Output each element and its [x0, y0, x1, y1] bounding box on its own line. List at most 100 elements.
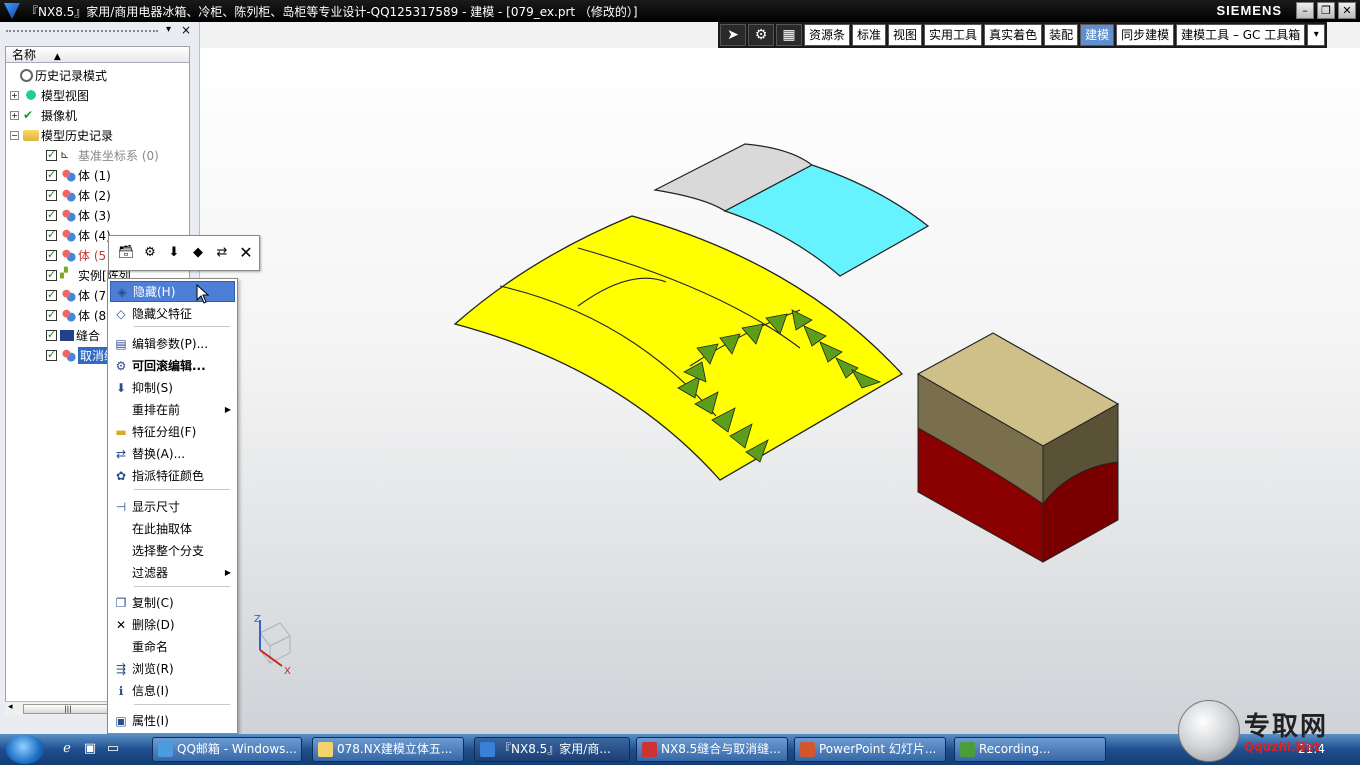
tree-node-datum-csys[interactable]: ⊾ 基准坐标系 (0) — [46, 145, 159, 165]
column-header-name[interactable]: 名称 ▲ — [6, 47, 189, 63]
menu-item-hide-parents[interactable]: ◇ 隐藏父特征 — [110, 303, 235, 324]
edit-params-icon: ▤ — [115, 336, 127, 351]
properties-icon: ▣ — [115, 713, 127, 728]
menu-item-reorder-before[interactable]: 重排在前 ▶ — [110, 399, 235, 420]
drag-handle[interactable] — [6, 30, 158, 32]
graphics-window[interactable]: Z X — [200, 48, 1360, 734]
collapse-icon[interactable]: − — [10, 130, 19, 140]
visibility-checkbox[interactable] — [46, 148, 57, 161]
taskbar-item-nx[interactable]: 『NX8.5』家用/商... — [474, 737, 630, 762]
menu-item-assign-feature-color[interactable]: ✿ 指派特征颜色 — [110, 465, 235, 486]
taskbar-item-recording[interactable]: Recording... — [954, 737, 1106, 762]
gear-icon[interactable]: ⚙ — [748, 24, 774, 46]
tree-node-history-mode[interactable]: 历史记录模式 — [20, 65, 107, 85]
tree-node-body-4[interactable]: 体 (4) — [46, 225, 111, 245]
show-desktop-icon[interactable]: ▭ — [104, 741, 122, 757]
powerpoint-icon — [800, 742, 815, 757]
menu-item-rename[interactable]: 重命名 — [110, 636, 235, 657]
suppress-icon[interactable]: ⬇ — [165, 244, 183, 262]
menu-item-label: 删除(D) — [132, 618, 175, 632]
delete-icon: ✕ — [115, 617, 127, 632]
tab-utilities[interactable]: 实用工具 — [924, 24, 983, 46]
menu-item-information[interactable]: ℹ 信息(I) — [110, 680, 235, 701]
grid-icon[interactable]: ▦ — [776, 24, 802, 46]
tree-node-body-3[interactable]: 体 (3) — [46, 205, 111, 225]
folder-icon: ▬ — [115, 424, 127, 439]
visibility-checkbox[interactable] — [46, 168, 57, 181]
scroll-thumb[interactable]: ||| — [23, 704, 113, 714]
network-icon[interactable]: ▣ — [81, 741, 99, 757]
menu-item-copy[interactable]: ❐ 复制(C) — [110, 592, 235, 613]
menu-item-edit-with-rollback[interactable]: ⚙ 可回滚编辑... — [110, 355, 235, 376]
tab-assembly[interactable]: 装配 — [1044, 24, 1079, 46]
tree-node-cameras[interactable]: + ✔ 摄像机 — [10, 105, 77, 125]
start-menu-icon[interactable]: ➤ — [720, 24, 746, 46]
visibility-checkbox[interactable] — [46, 228, 57, 241]
tab-standard[interactable]: 标准 — [852, 24, 887, 46]
ribbon-options-icon[interactable]: ▾ — [1307, 24, 1326, 46]
visibility-checkbox[interactable] — [46, 328, 57, 341]
visibility-checkbox[interactable] — [46, 248, 57, 261]
tree-node-model-history[interactable]: − 模型历史记录 — [10, 125, 113, 145]
menu-item-feature-group[interactable]: ▬ 特征分组(F) — [110, 421, 235, 442]
start-button[interactable] — [6, 735, 44, 764]
menu-item-label: 复制(C) — [132, 596, 174, 610]
menu-item-extract-body-here[interactable]: 在此抽取体 — [110, 518, 235, 539]
menu-item-show-dimensions[interactable]: ⊣ 显示尺寸 — [110, 496, 235, 517]
menu-item-suppress[interactable]: ⬇ 抑制(S) — [110, 377, 235, 398]
tree-node-body-2[interactable]: 体 (2) — [46, 185, 111, 205]
ribbon-tabs: ➤ ⚙ ▦ 资源条 标准 视图 实用工具 真实着色 装配 建模 同步建模 建模工… — [718, 22, 1328, 48]
visibility-checkbox[interactable] — [46, 268, 57, 281]
menu-item-delete[interactable]: ✕ 删除(D) — [110, 614, 235, 635]
tab-true-shading[interactable]: 真实着色 — [984, 24, 1043, 46]
hide-icon[interactable]: ◆ — [189, 244, 207, 262]
tab-sync-modeling[interactable]: 同步建模 — [1116, 24, 1175, 46]
menu-item-browse[interactable]: ⇶ 浏览(R) — [110, 658, 235, 679]
triad-z-label: Z — [254, 614, 261, 625]
ie-icon[interactable]: ℯ — [58, 741, 76, 757]
close-button[interactable]: ✕ — [1338, 2, 1356, 19]
menu-item-edit-parameters[interactable]: ▤ 编辑参数(P)... — [110, 333, 235, 354]
visibility-checkbox[interactable] — [46, 288, 57, 301]
pattern-icon: ▞ — [60, 268, 68, 279]
expand-icon[interactable]: + — [10, 110, 19, 120]
tree-node-model-views[interactable]: + 模型视图 — [10, 85, 89, 105]
menu-item-hide[interactable]: ◈ 隐藏(H) — [110, 281, 235, 302]
nx-app-icon[interactable] — [4, 3, 20, 19]
tree-node-sew[interactable]: 缝合 — [46, 325, 100, 345]
dropdown-icon[interactable]: ▾ — [166, 24, 171, 35]
taskbar-item-label: 078.NX建模立体五... — [337, 742, 453, 756]
menu-item-replace[interactable]: ⇄ 替换(A)... — [110, 443, 235, 464]
expand-icon[interactable]: + — [10, 90, 19, 100]
menu-item-select-branch[interactable]: 选择整个分支 — [110, 540, 235, 561]
tree-node-body-1[interactable]: 体 (1) — [46, 165, 111, 185]
edit-params-icon[interactable]: 🗃 — [117, 244, 135, 262]
tree-node-label: 体 (1) — [78, 168, 111, 183]
tab-modeling[interactable]: 建模 — [1080, 24, 1115, 46]
tab-resource-bar[interactable]: 资源条 — [804, 24, 851, 46]
taskbar-item-qqmail[interactable]: QQ邮箱 - Windows... — [152, 737, 302, 762]
visibility-checkbox[interactable] — [46, 348, 57, 361]
menu-item-properties[interactable]: ▣ 属性(I) — [110, 710, 235, 731]
tab-gc-toolbox[interactable]: 建模工具 – GC 工具箱 — [1176, 24, 1306, 46]
taskbar-item-video[interactable]: NX8.5缝合与取消缝... — [636, 737, 788, 762]
minimize-button[interactable]: – — [1296, 2, 1314, 19]
tab-view[interactable]: 视图 — [888, 24, 923, 46]
tree-node-body-7[interactable]: 体 (7 — [46, 285, 106, 305]
rollback-edit-icon[interactable]: ⚙ — [141, 244, 159, 262]
tree-node-body-5[interactable]: 体 (5 — [46, 245, 106, 265]
visibility-checkbox[interactable] — [46, 208, 57, 221]
replace-icon[interactable]: ⇄ — [213, 244, 231, 262]
tree-node-body-8[interactable]: 体 (8 — [46, 305, 106, 325]
close-icon[interactable]: × — [181, 23, 191, 37]
visibility-checkbox[interactable] — [46, 188, 57, 201]
taskbar-item-folder[interactable]: 078.NX建模立体五... — [312, 737, 464, 762]
visibility-checkbox[interactable] — [46, 308, 57, 321]
scroll-left-icon[interactable]: ◂ — [8, 702, 13, 712]
menu-item-filter[interactable]: 过滤器 ▶ — [110, 562, 235, 583]
restore-button[interactable]: ❐ — [1317, 2, 1335, 19]
delete-icon[interactable]: ✕ — [237, 244, 255, 262]
mini-toolbar: 🗃 ⚙ ⬇ ◆ ⇄ ✕ — [108, 235, 260, 271]
taskbar-item-powerpoint[interactable]: PowerPoint 幻灯片... — [794, 737, 946, 762]
column-header-label: 名称 — [12, 48, 37, 62]
